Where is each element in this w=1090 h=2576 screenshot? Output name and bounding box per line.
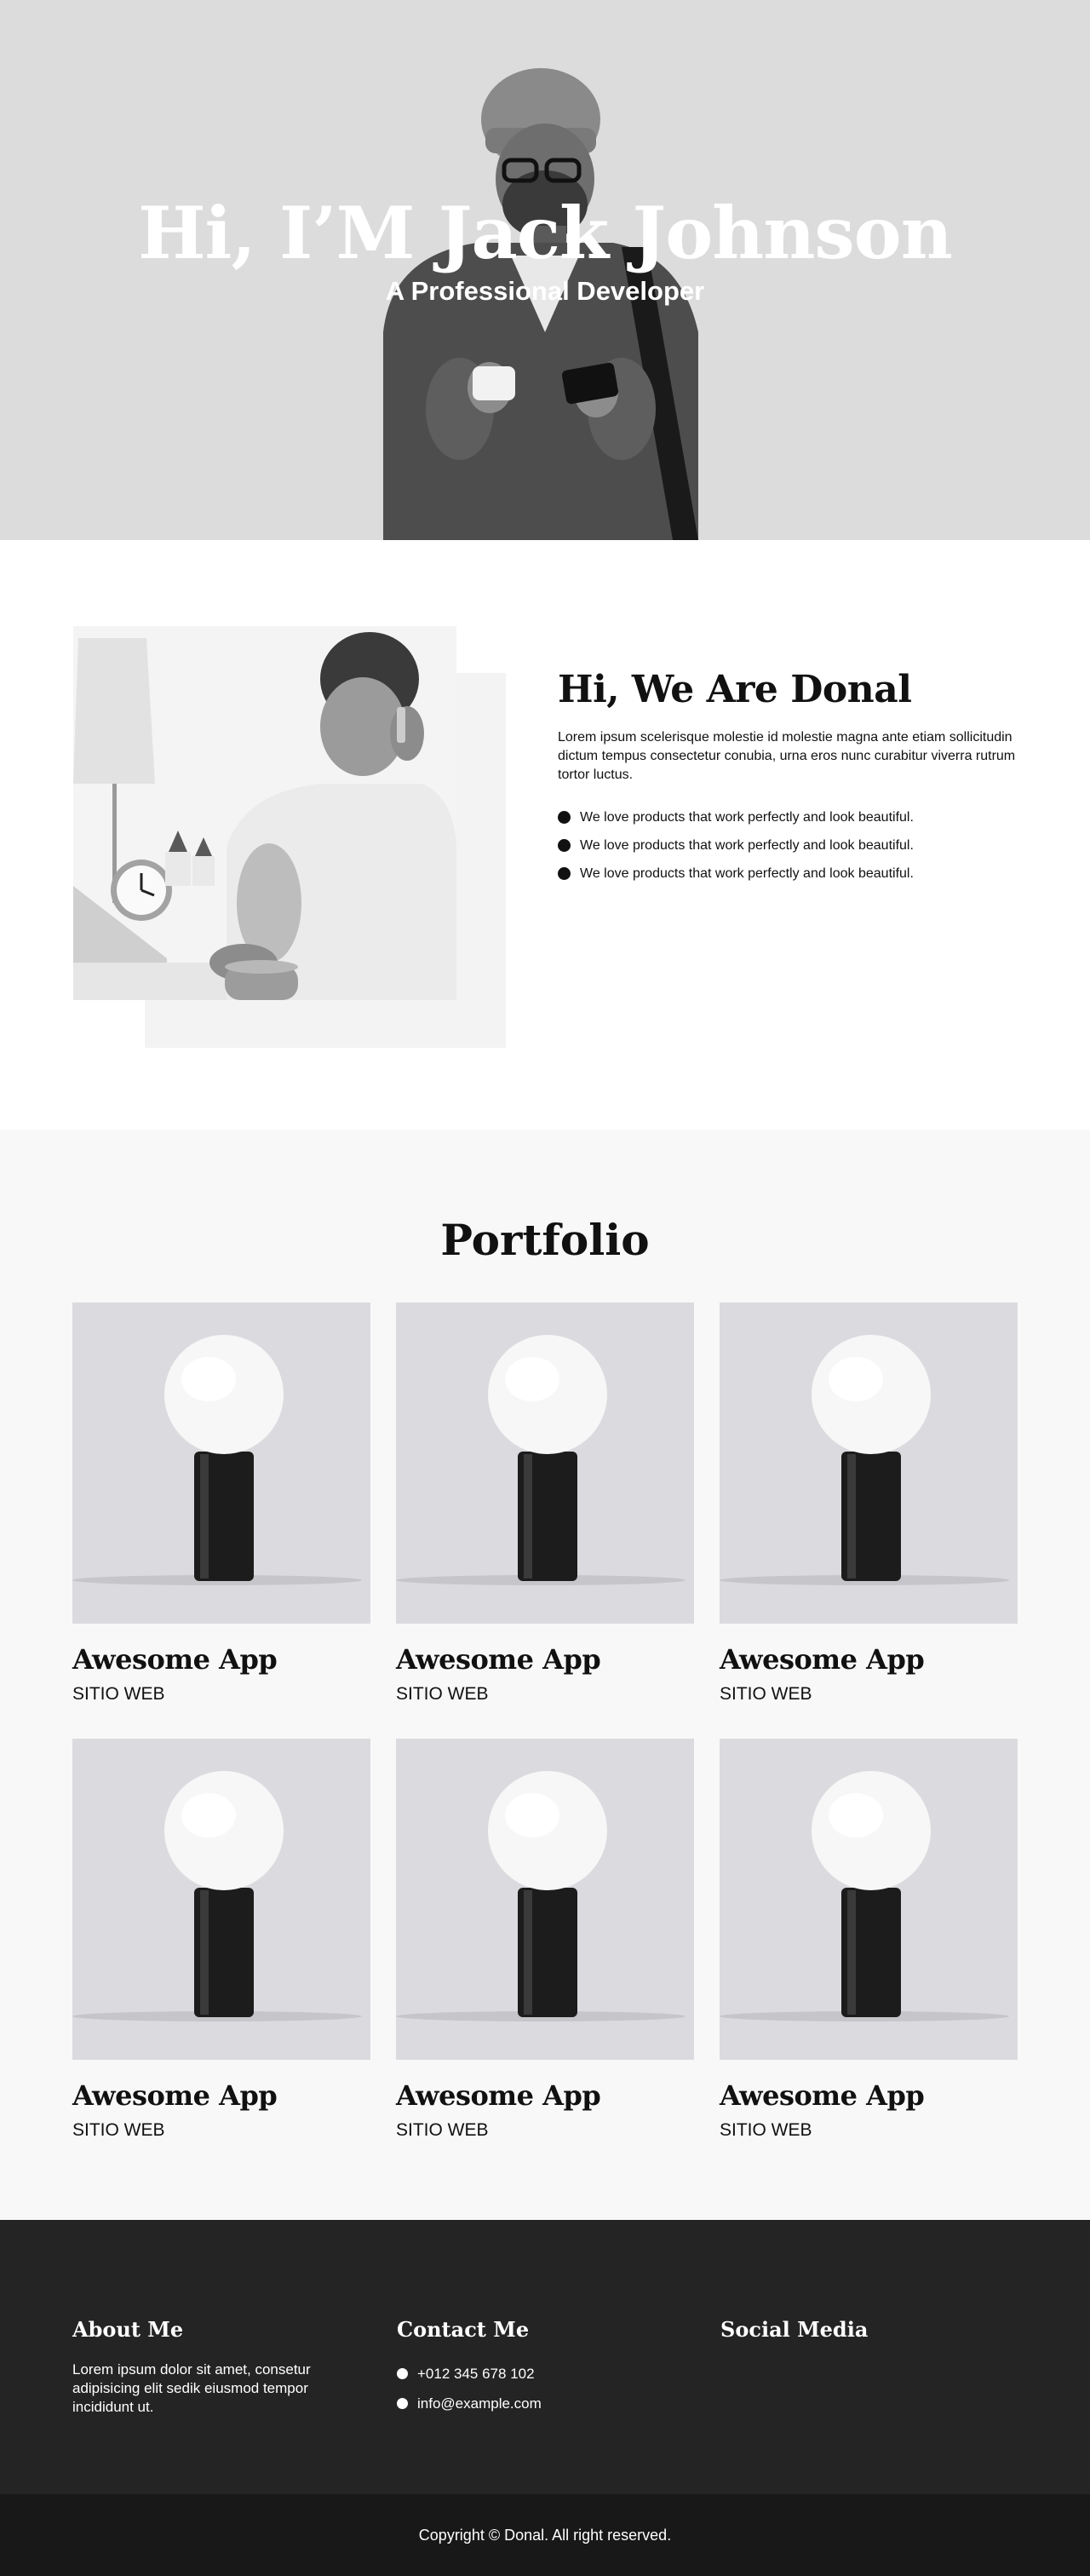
email-text: info@example.com <box>417 2395 542 2412</box>
lamp-product-image <box>396 1739 694 2060</box>
footer-section: About Me Lorem ipsum dolor sit amet, con… <box>0 2220 1090 2494</box>
bullet-icon <box>558 811 571 824</box>
card-title: Awesome App <box>396 1643 601 1676</box>
about-text: Hi, We Are Donal Lorem ipsum scelerisque… <box>558 668 1018 888</box>
card-category: SITIO WEB <box>396 1684 489 1704</box>
portfolio-card[interactable]: Awesome App SITIO WEB <box>720 1302 1018 1705</box>
contact-email[interactable]: info@example.com <box>397 2389 669 2418</box>
hero-text: Hi, I’M Jack Johnson A Professional Deve… <box>0 191 1090 307</box>
feature-item: We love products that work perfectly and… <box>558 831 1018 860</box>
bullet-icon <box>558 867 571 880</box>
footer-contact: Contact Me +012 345 678 102 info@example… <box>397 2317 669 2418</box>
portfolio-card[interactable]: Awesome App SITIO WEB <box>72 1739 370 2141</box>
lamp-product-image <box>396 1302 694 1624</box>
hero-section: Hi, I’M Jack Johnson A Professional Deve… <box>0 0 1090 540</box>
lamp-product-image <box>720 1302 1018 1624</box>
portfolio-section: Portfolio Awesome App SITIO WEB Awesome … <box>0 1130 1090 2220</box>
copyright-text: Copyright © Donal. All right reserved. <box>418 2526 672 2544</box>
footer-social-heading: Social Media <box>720 2317 869 2342</box>
card-title: Awesome App <box>72 2079 278 2112</box>
footer-about: About Me Lorem ipsum dolor sit amet, con… <box>72 2317 345 2417</box>
about-title: Hi, We Are Donal <box>558 668 912 711</box>
footer-about-text: Lorem ipsum dolor sit amet, consetur adi… <box>72 2361 311 2415</box>
portfolio-title: Portfolio <box>440 1215 650 1265</box>
lamp-product-image <box>72 1302 370 1624</box>
about-section: Hi, We Are Donal Lorem ipsum scelerisque… <box>0 540 1090 1130</box>
card-category: SITIO WEB <box>720 2120 812 2140</box>
about-paragraph: Lorem ipsum scelerisque molestie id mole… <box>558 730 1016 782</box>
lamp-product-image <box>720 1739 1018 2060</box>
feature-text: We love products that work perfectly and… <box>580 866 914 881</box>
bullet-icon <box>558 839 571 852</box>
bullet-icon <box>397 2368 408 2379</box>
hero-subtitle: A Professional Developer <box>385 276 705 307</box>
copyright-bar: Copyright © Donal. All right reserved. <box>0 2494 1090 2576</box>
portfolio-card[interactable]: Awesome App SITIO WEB <box>720 1739 1018 2141</box>
portfolio-card[interactable]: Awesome App SITIO WEB <box>396 1739 694 2141</box>
portfolio-card[interactable]: Awesome App SITIO WEB <box>72 1302 370 1705</box>
footer-contact-heading: Contact Me <box>397 2317 530 2342</box>
feature-text: We love products that work perfectly and… <box>580 810 914 825</box>
card-title: Awesome App <box>396 2079 601 2112</box>
card-title: Awesome App <box>72 1643 278 1676</box>
footer-social: Social Media <box>720 2317 993 2342</box>
card-category: SITIO WEB <box>72 2120 165 2140</box>
footer-about-heading: About Me <box>72 2317 184 2342</box>
card-category: SITIO WEB <box>720 1684 812 1704</box>
feature-item: We love products that work perfectly and… <box>558 860 1018 888</box>
card-title: Awesome App <box>720 1643 925 1676</box>
lamp-product-image <box>72 1739 370 2060</box>
contact-phone[interactable]: +012 345 678 102 <box>397 2359 669 2389</box>
card-category: SITIO WEB <box>72 1684 165 1704</box>
card-category: SITIO WEB <box>396 2120 489 2140</box>
card-title: Awesome App <box>720 2079 925 2112</box>
bullet-icon <box>397 2398 408 2409</box>
about-feature-list: We love products that work perfectly and… <box>558 803 1018 888</box>
portfolio-card[interactable]: Awesome App SITIO WEB <box>396 1302 694 1705</box>
phone-text: +012 345 678 102 <box>417 2366 535 2382</box>
contact-list: +012 345 678 102 info@example.com <box>397 2359 669 2418</box>
feature-text: We love products that work perfectly and… <box>580 838 914 853</box>
hero-title: Hi, I’M Jack Johnson <box>138 191 953 275</box>
about-office-image <box>73 626 456 1000</box>
feature-item: We love products that work perfectly and… <box>558 803 1018 831</box>
